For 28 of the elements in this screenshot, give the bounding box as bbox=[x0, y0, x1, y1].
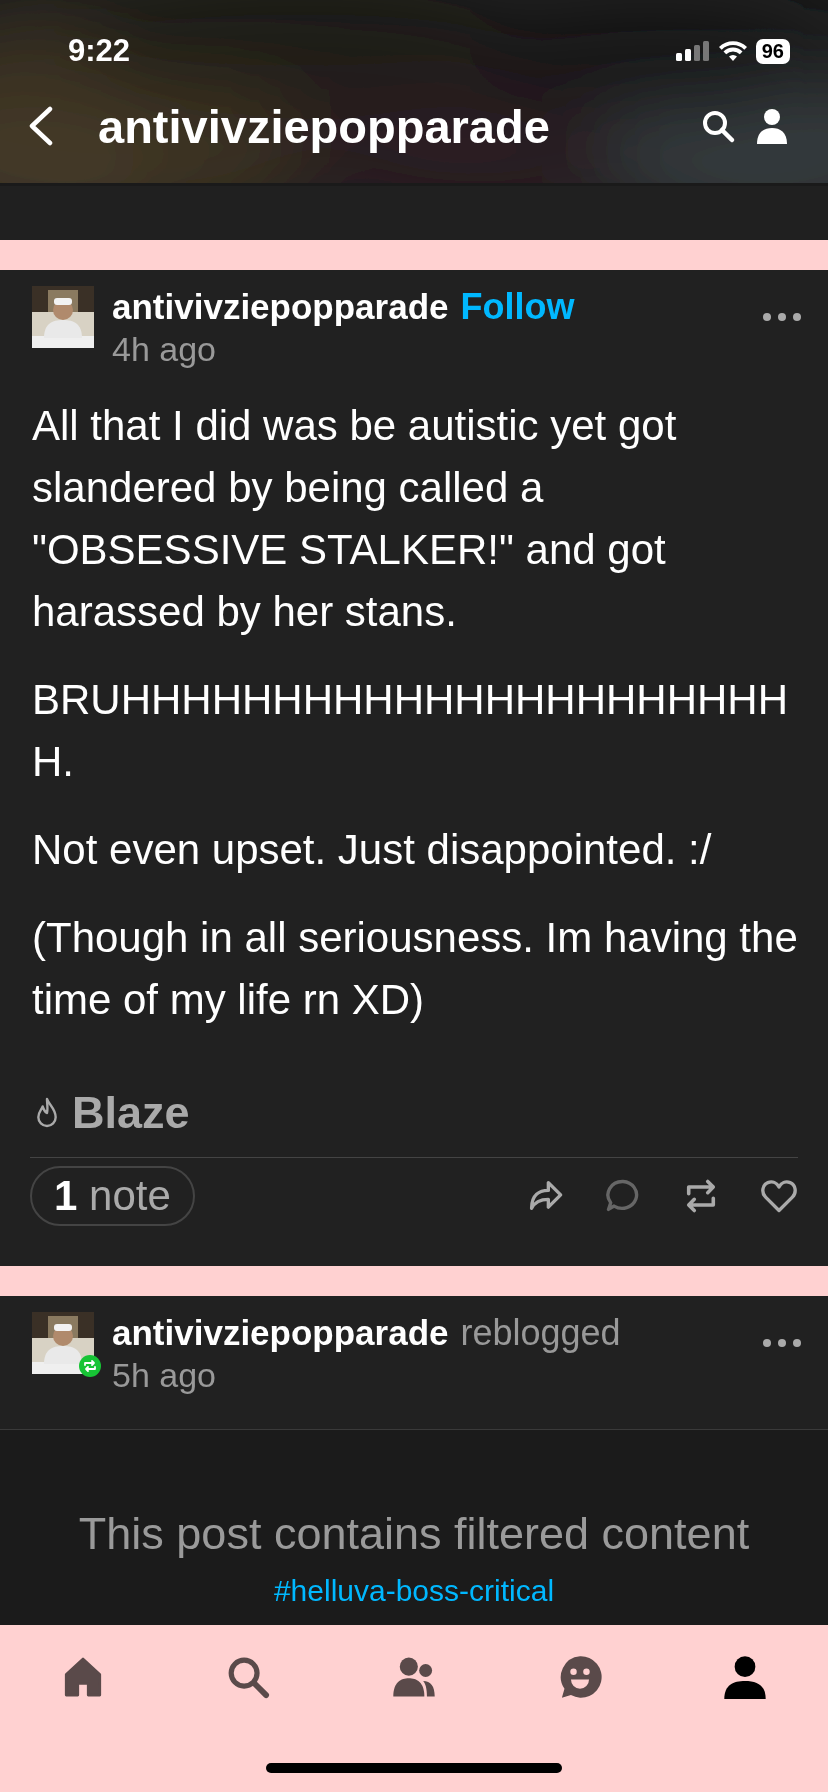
author-name[interactable]: antivivziepopparade bbox=[112, 287, 449, 327]
people-icon[interactable] bbox=[392, 1655, 436, 1699]
more-icon[interactable] bbox=[762, 1338, 802, 1348]
blog-title: antivivziepopparade bbox=[98, 98, 551, 154]
notes-button[interactable]: 1 note bbox=[30, 1166, 195, 1226]
account-icon[interactable] bbox=[756, 108, 788, 144]
post-text: (Though in all seriousness. Im having the time of my life rn XD) bbox=[32, 913, 798, 1025]
flame-icon bbox=[34, 1096, 60, 1130]
account-icon[interactable] bbox=[723, 1655, 768, 1699]
post-time: 4h ago bbox=[112, 330, 217, 369]
reblog-badge-icon bbox=[78, 1354, 102, 1378]
follow-link[interactable]: Follow bbox=[460, 286, 575, 328]
more-icon[interactable] bbox=[762, 312, 802, 322]
blaze-button[interactable]: Blaze bbox=[34, 1087, 190, 1139]
signal-icon bbox=[675, 41, 710, 61]
reblog-label: reblogged bbox=[460, 1312, 621, 1354]
status-time: 9:22 bbox=[68, 33, 131, 69]
post-text: BRUHHHHHHHHHHHHHHHHHHHHHHH. bbox=[32, 675, 789, 787]
author-name[interactable]: antivivziepopparade bbox=[112, 1313, 449, 1353]
wifi-icon bbox=[717, 40, 748, 62]
post-text: All that I did was be autistic yet got slandered by being called a "OBSESSIVE STALKER!" and got harassed by her stans. bbox=[32, 401, 678, 637]
post-time: 5h ago bbox=[112, 1356, 217, 1395]
like-icon[interactable] bbox=[760, 1177, 798, 1215]
search-icon[interactable] bbox=[700, 108, 736, 144]
post-text: Not even upset. Just disappointed. :/ bbox=[32, 825, 713, 875]
filtered-notice: This post contains filtered content bbox=[78, 1508, 750, 1560]
tag-link[interactable]: #helluva-boss-critical bbox=[273, 1574, 555, 1608]
search-icon[interactable] bbox=[226, 1655, 271, 1699]
